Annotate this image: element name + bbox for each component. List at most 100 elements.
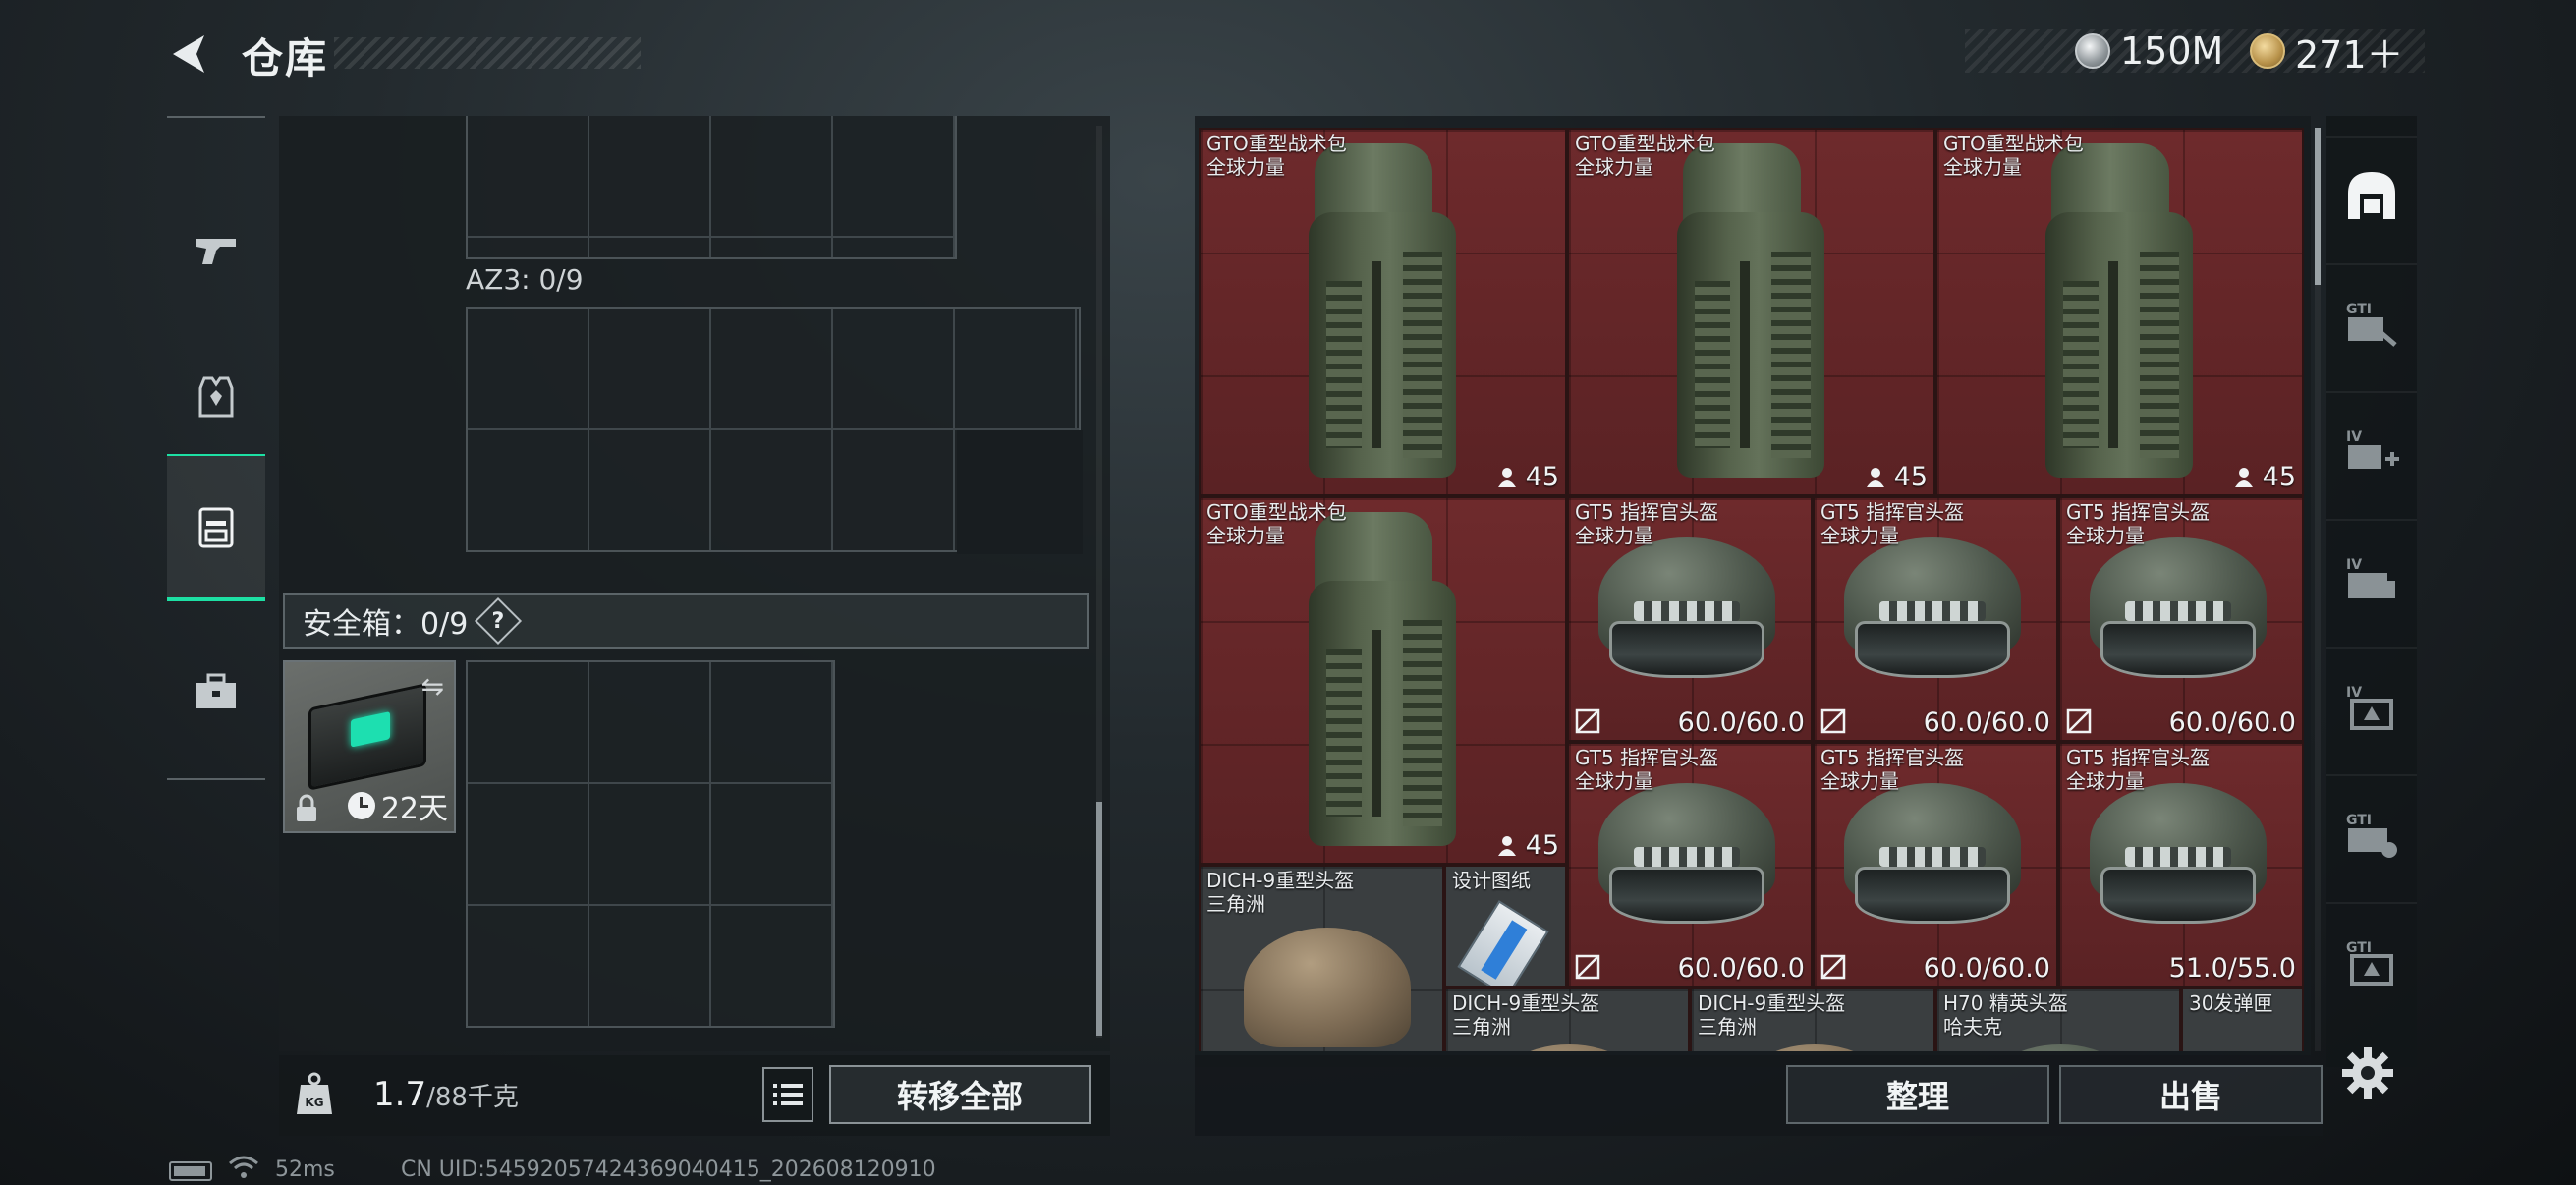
- sort-button[interactable]: 整理: [1786, 1065, 2049, 1124]
- currency-silver[interactable]: 150M: [2075, 28, 2223, 75]
- tab-iv-add[interactable]: IV: [2326, 391, 2417, 509]
- durability-icon: [2066, 708, 2092, 734]
- tab-all[interactable]: [2326, 136, 2417, 254]
- warehouse-icon: [2348, 172, 2395, 219]
- capacity-icon: [1866, 467, 1884, 487]
- currency-gold[interactable]: 271＋: [2250, 28, 2404, 77]
- item-cell[interactable]: DICH-9重型头盔 三角洲: [1444, 988, 1690, 1051]
- svg-text:GTI: GTI: [2346, 940, 2372, 956]
- svg-text:GTI: GTI: [2346, 813, 2372, 828]
- tab-gti-3[interactable]: GTI: [2326, 902, 2417, 1020]
- item-capacity: 45: [1496, 830, 1559, 861]
- item-name: GTO重型战术包 全球力量: [1575, 132, 1715, 179]
- item-name: DICH-9重型头盔 三角洲: [1698, 991, 1846, 1039]
- item-cell[interactable]: GTO重型战术包 全球力量 45: [1199, 496, 1567, 865]
- backpack-image: [1677, 143, 1824, 478]
- tab-iv-2[interactable]: IV: [2326, 519, 2417, 637]
- item-cell[interactable]: GT5 指挥官头盔 全球力量 60.0/60.0: [1813, 496, 2058, 742]
- item-name: GT5 指挥官头盔 全球力量: [1575, 500, 1719, 547]
- sidebar-item-armor[interactable]: [167, 324, 265, 472]
- vest-icon: [198, 376, 234, 418]
- item-durability: 60.0/60.0: [1923, 707, 2050, 738]
- safe-box-timer: 22天: [347, 784, 448, 827]
- help-icon[interactable]: ?: [475, 596, 523, 646]
- item-cell[interactable]: 设计图纸: [1444, 865, 1567, 988]
- item-cell[interactable]: DICH-9重型头盔 三角洲: [1199, 865, 1444, 1051]
- item-cell[interactable]: GT5 指挥官头盔 全球力量 60.0/60.0: [1567, 742, 1813, 988]
- helmet-image: [1844, 537, 2021, 705]
- item-name: DICH-9重型头盔 三角洲: [1206, 869, 1355, 916]
- list-view-button[interactable]: [762, 1067, 813, 1122]
- gti-armor-icon: GTI: [2346, 940, 2393, 986]
- capacity-icon: [1497, 467, 1516, 487]
- sidebar-item-backpack[interactable]: [167, 454, 265, 601]
- backpack-image: [2045, 143, 2193, 478]
- durability-icon: [1575, 954, 1600, 980]
- az3-capacity-label: AZ3: 0/9: [466, 263, 584, 296]
- safe-box-header: 安全箱：0/9 ?: [283, 593, 1089, 649]
- item-cell[interactable]: GTO重型战术包 全球力量 45: [1567, 128, 1935, 496]
- backpack-image: [1309, 512, 1456, 846]
- item-capacity: 45: [1865, 462, 1928, 492]
- item-cell[interactable]: GT5 指挥官头盔 全球力量 60.0/60.0: [2058, 496, 2304, 742]
- backpack-icon: [198, 507, 234, 548]
- tab-gti-2[interactable]: GTI: [2326, 774, 2417, 892]
- item-name: GT5 指挥官头盔 全球力量: [1575, 746, 1719, 793]
- item-name: GTO重型战术包 全球力量: [1943, 132, 2084, 179]
- tab-iv-3[interactable]: IV: [2326, 647, 2417, 764]
- item-durability: 60.0/60.0: [1677, 707, 1805, 738]
- left-scrollbar-thumb[interactable]: [1096, 802, 1102, 1036]
- svg-text:IV: IV: [2346, 429, 2362, 445]
- item-cell[interactable]: H70 精英头盔 哈夫克: [1935, 988, 2181, 1051]
- swap-icon[interactable]: ⇋: [421, 670, 444, 703]
- item-durability: 60.0/60.0: [2168, 707, 2296, 738]
- item-name: GTO重型战术包 全球力量: [1206, 500, 1347, 547]
- wifi-icon: [229, 1156, 258, 1178]
- weight-value: 1.7: [373, 1075, 427, 1114]
- item-name: 设计图纸: [1452, 869, 1531, 892]
- safe-box-image: [308, 683, 426, 791]
- item-name: GT5 指挥官头盔 全球力量: [1820, 746, 1965, 793]
- battery-icon: [169, 1161, 212, 1181]
- tab-gti-1[interactable]: GTI: [2326, 263, 2417, 381]
- back-icon[interactable]: [165, 29, 214, 79]
- helmet-image: [1485, 1044, 1652, 1051]
- helmet-image: [1244, 928, 1411, 1051]
- helmet-image: [1598, 537, 1775, 705]
- sell-button[interactable]: 出售: [2059, 1065, 2323, 1124]
- helmet-image: [2090, 537, 2267, 705]
- svg-text:GTI: GTI: [2346, 302, 2372, 317]
- transfer-all-button[interactable]: 转移全部: [829, 1065, 1091, 1124]
- sidebar-item-weapons[interactable]: [167, 177, 265, 324]
- item-cell[interactable]: 30发弹匣: [2181, 988, 2304, 1051]
- backpack-image: [1309, 143, 1456, 478]
- item-cell[interactable]: GT5 指挥官头盔 全球力量 60.0/60.0: [1813, 742, 2058, 988]
- durability-icon: [1820, 708, 1846, 734]
- item-cell[interactable]: GTO重型战术包 全球力量 45: [1199, 128, 1567, 496]
- helmet-image: [2090, 783, 2267, 950]
- gear-icon[interactable]: [2340, 1045, 2395, 1100]
- helmet-image: [1731, 1044, 1898, 1051]
- item-name: GT5 指挥官头盔 全球力量: [2066, 746, 2211, 793]
- container-grid-top[interactable]: [466, 116, 957, 259]
- safe-box-item[interactable]: ⇋ 22天: [283, 660, 456, 833]
- silver-coin-icon: [2075, 33, 2110, 69]
- durability-icon: [1820, 954, 1846, 980]
- grid-cutout: [957, 430, 1083, 554]
- right-scrollbar-thumb[interactable]: [2315, 128, 2321, 285]
- svg-text:KG: KG: [305, 1096, 323, 1109]
- briefcase-icon: [196, 673, 236, 708]
- currency-silver-value: 150M: [2120, 29, 2224, 73]
- item-cell[interactable]: GT5 指挥官头盔 全球力量 60.0/60.0: [1567, 496, 1813, 742]
- item-durability: 60.0/60.0: [1923, 953, 2050, 984]
- item-cell[interactable]: GTO重型战术包 全球力量 45: [1935, 128, 2304, 496]
- warehouse-grid: GTO重型战术包 全球力量 45 GTO重型战术包 全球力量 45 GTO重型战术包…: [1199, 128, 2305, 1051]
- sidebar-item-toolbox[interactable]: [167, 617, 265, 764]
- title-decoration: [334, 37, 641, 69]
- item-cell[interactable]: DICH-9重型头盔 三角洲: [1690, 988, 1935, 1051]
- svg-text:IV: IV: [2346, 557, 2362, 573]
- item-cell[interactable]: GT5 指挥官头盔 全球力量 51.0/55.0: [2058, 742, 2304, 988]
- safe-box-grid[interactable]: [466, 660, 835, 1028]
- currency-gold-value: 271＋: [2295, 32, 2404, 77]
- weight-max: /88千克: [426, 1083, 519, 1112]
